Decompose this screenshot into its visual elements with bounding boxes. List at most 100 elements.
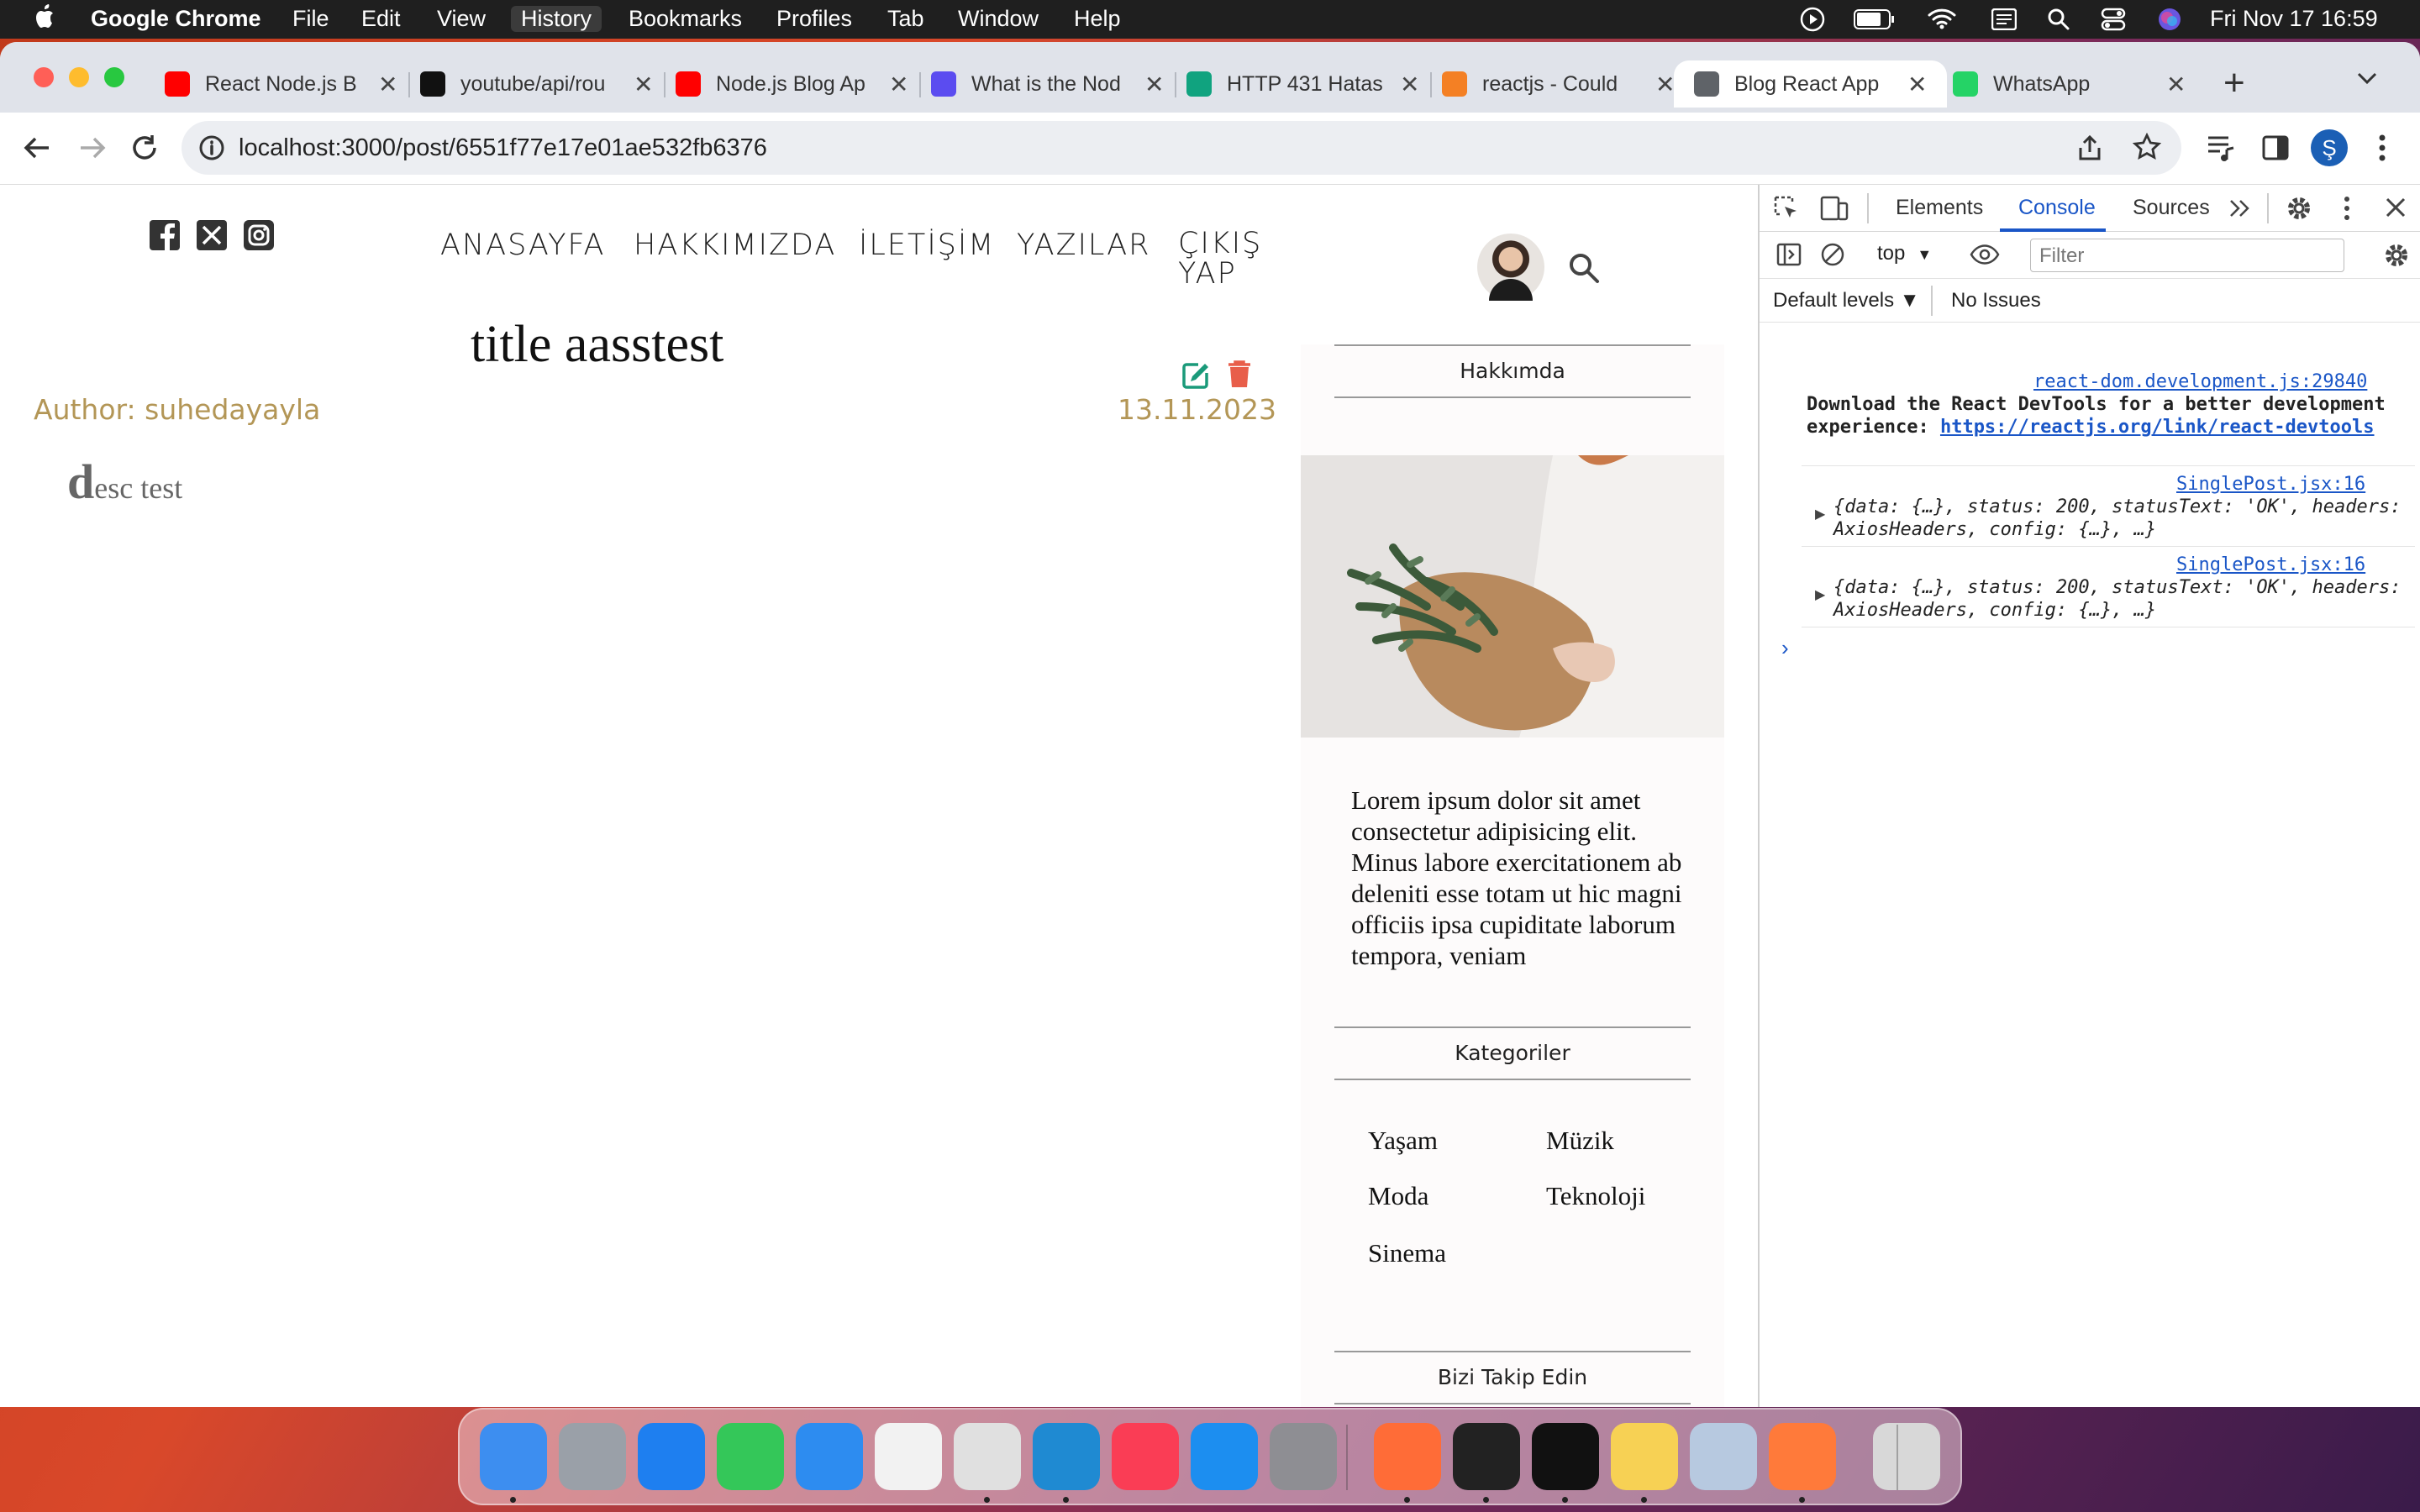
console-log-entry[interactable]: {data: {…}, status: 200, statusText: 'OK… (1833, 576, 2405, 622)
facebook-icon[interactable] (150, 220, 180, 250)
menu-history[interactable]: History (511, 6, 602, 32)
app-menu[interactable]: Google Chrome (91, 6, 261, 32)
search-icon[interactable] (1568, 252, 1600, 284)
user-avatar[interactable] (1477, 234, 1544, 301)
close-tab-icon[interactable]: ✕ (378, 71, 397, 98)
more-tabs-icon[interactable] (2228, 198, 2252, 218)
post-author[interactable]: Author: suhedayayla (34, 393, 320, 426)
clock[interactable]: Fri Nov 17 16:59 (2210, 6, 2378, 32)
spotlight-icon[interactable] (2047, 8, 2070, 31)
expand-arrow-icon[interactable]: ▶ (1815, 586, 1825, 603)
category-item[interactable]: Sinema (1368, 1238, 1446, 1268)
devtools-menu-icon[interactable] (2343, 195, 2351, 222)
instagram-icon[interactable] (244, 220, 274, 250)
console-log-entry[interactable]: {data: {…}, status: 200, statusText: 'OK… (1833, 496, 2405, 541)
siri-icon[interactable] (2158, 8, 2181, 31)
browser-tab[interactable]: What is the Nod ✕ (931, 60, 1164, 108)
close-window-button[interactable] (34, 67, 54, 87)
back-arrow-icon[interactable] (22, 133, 52, 163)
menu-file[interactable]: File (292, 6, 329, 32)
display-icon[interactable] (1991, 8, 2017, 30)
edit-icon[interactable] (1181, 361, 1210, 390)
terminal-icon[interactable] (1532, 1423, 1599, 1490)
messages-icon[interactable] (717, 1423, 784, 1490)
postman-icon[interactable] (1374, 1423, 1441, 1490)
media-controls-icon[interactable] (2207, 134, 2237, 161)
wifi-icon[interactable] (1928, 8, 1956, 29)
device-toolbar-icon[interactable] (1820, 195, 1849, 222)
log-source-link[interactable]: SinglePost.jsx:16 (2176, 474, 2365, 495)
postman-app-icon[interactable] (1769, 1423, 1836, 1490)
menu-window[interactable]: Window (958, 6, 1039, 32)
inspect-element-icon[interactable] (1773, 195, 1800, 222)
mail-icon[interactable] (796, 1423, 863, 1490)
menu-edit[interactable]: Edit (361, 6, 401, 32)
category-item[interactable]: Teknoloji (1546, 1181, 1645, 1211)
tab-console[interactable]: Console (2018, 196, 2096, 220)
close-tab-icon[interactable]: ✕ (2166, 71, 2186, 98)
settings-gear-icon[interactable] (2286, 195, 2312, 222)
issues-counter[interactable]: No Issues (1951, 289, 2041, 312)
tab-search-icon[interactable] (2356, 71, 2378, 86)
log-source-link[interactable]: SinglePost.jsx:16 (2176, 554, 2365, 575)
category-item[interactable]: Yaşam (1368, 1126, 1438, 1156)
close-tab-icon[interactable]: ✕ (1400, 71, 1419, 98)
close-tab-icon[interactable]: ✕ (634, 71, 653, 98)
context-select[interactable]: top ▼ (1877, 242, 1932, 265)
close-tab-icon[interactable]: ✕ (1907, 71, 1927, 98)
console-prompt-icon[interactable]: › (1781, 635, 1789, 661)
category-item[interactable]: Müzik (1546, 1126, 1614, 1156)
close-tab-icon[interactable]: ✕ (889, 71, 908, 98)
close-tab-icon[interactable]: ✕ (1655, 71, 1675, 98)
photos-icon[interactable] (875, 1423, 942, 1490)
control-center-icon[interactable] (2101, 8, 2126, 31)
browser-tab[interactable]: React Node.js B ✕ (165, 60, 397, 108)
notes-icon[interactable] (1611, 1423, 1678, 1490)
menu-view[interactable]: View (437, 6, 486, 32)
bookmark-star-icon[interactable] (2133, 133, 2161, 161)
browser-tab[interactable]: WhatsApp ✕ (1953, 60, 2186, 108)
close-tab-icon[interactable]: ✕ (1144, 71, 1164, 98)
live-expression-eye-icon[interactable] (1970, 244, 2000, 265)
activity-monitor-icon[interactable] (1453, 1423, 1520, 1490)
delete-icon[interactable] (1227, 360, 1252, 388)
menu-help[interactable]: Help (1074, 6, 1121, 32)
vscode-icon[interactable] (1033, 1423, 1100, 1490)
devtools-link[interactable]: https://reactjs.org/link/react-devtools (1940, 417, 2375, 438)
profile-avatar[interactable]: Ş (2311, 129, 2348, 166)
side-panel-icon[interactable] (2262, 134, 2289, 161)
trash-icon[interactable] (1873, 1423, 1940, 1490)
browser-tab[interactable]: Blog React App ✕ (1674, 60, 1948, 108)
nav-anasayfa[interactable]: ANASAYFA (440, 228, 605, 262)
nav-yazilar[interactable]: YAZILAR (1017, 228, 1150, 262)
tab-elements[interactable]: Elements (1896, 196, 1983, 220)
log-source-link[interactable]: react-dom.development.js:29840 (2033, 371, 2367, 392)
reload-icon[interactable] (129, 133, 160, 163)
category-item[interactable]: Moda (1368, 1181, 1428, 1211)
new-tab-button[interactable]: + (2223, 62, 2245, 104)
menu-tab[interactable]: Tab (887, 6, 924, 32)
apple-icon[interactable] (34, 3, 57, 30)
safari-icon[interactable] (638, 1423, 705, 1490)
browser-tab[interactable]: HTTP 431 Hatas ✕ (1186, 60, 1419, 108)
menu-bookmarks[interactable]: Bookmarks (629, 6, 742, 32)
appstore-icon[interactable] (1191, 1423, 1258, 1490)
chrome-menu-icon[interactable] (2378, 133, 2386, 163)
chrome-icon[interactable] (954, 1423, 1021, 1490)
launchpad-icon[interactable] (559, 1423, 626, 1490)
nav-hakkimizda[interactable]: HAKKIMIZDA (634, 228, 836, 262)
clear-console-icon[interactable] (1820, 242, 1845, 267)
url-text[interactable]: localhost:3000/post/6551f77e17e01ae532fb… (239, 134, 767, 162)
preview-icon[interactable] (1690, 1423, 1757, 1490)
zoom-window-button[interactable] (104, 67, 124, 87)
settings-icon[interactable] (1270, 1423, 1337, 1490)
minimize-window-button[interactable] (69, 67, 89, 87)
finder-icon[interactable] (480, 1423, 547, 1490)
browser-tab[interactable]: reactjs - Could ✕ (1442, 60, 1675, 108)
forward-arrow-icon[interactable] (77, 133, 108, 163)
menu-profiles[interactable]: Profiles (776, 6, 852, 32)
nav-iletisim[interactable]: İLETİŞİM (859, 228, 995, 262)
battery-icon[interactable] (1854, 9, 1896, 29)
x-twitter-icon[interactable] (197, 220, 227, 250)
share-icon[interactable] (2077, 134, 2102, 161)
